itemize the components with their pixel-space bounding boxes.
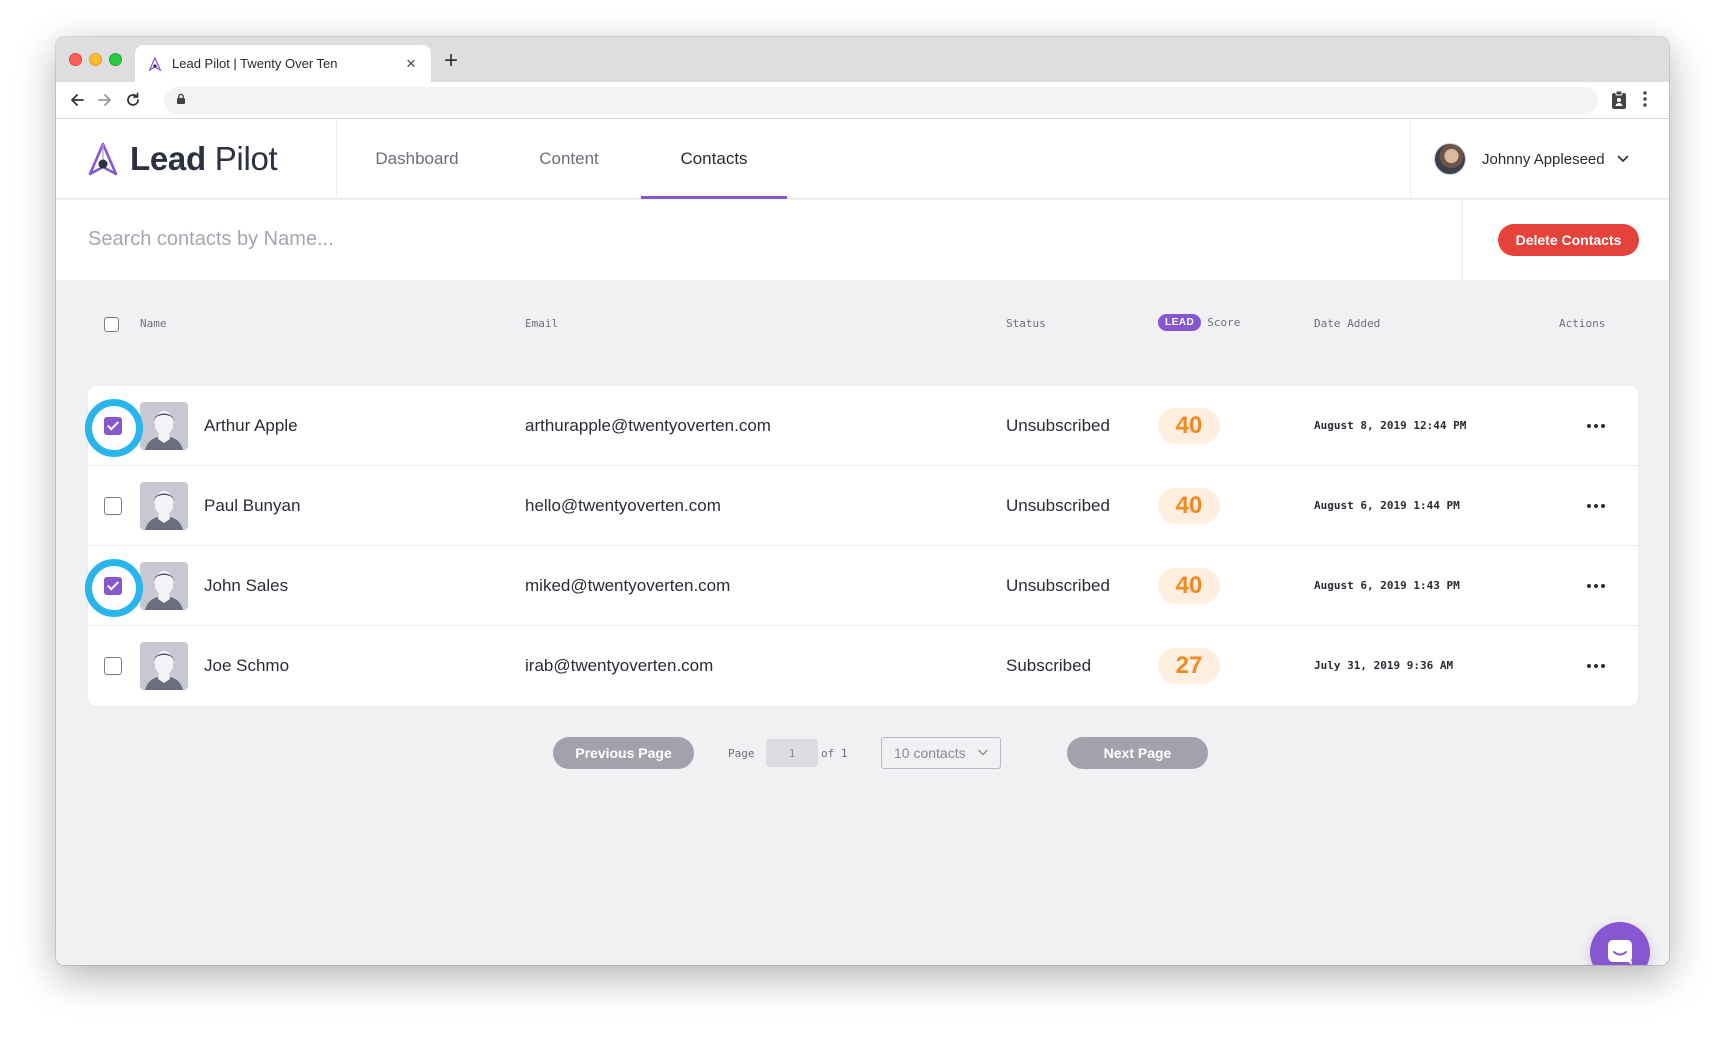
column-header-actions: Actions: [1559, 317, 1606, 330]
date-added: August 6, 2019 1:43 PM: [1314, 579, 1460, 592]
column-header-email[interactable]: Email: [525, 317, 558, 330]
chat-bubble-icon: [1608, 940, 1632, 965]
contact-name[interactable]: Joe Schmo: [204, 656, 289, 676]
date-added: August 6, 2019 1:44 PM: [1314, 499, 1460, 512]
browser-window: Lead Pilot | Twenty Over Ten × + Lead Pi…: [56, 37, 1669, 965]
lead-score-badge: 27: [1158, 648, 1220, 684]
url-input[interactable]: [186, 92, 1598, 109]
contact-name[interactable]: John Sales: [204, 576, 288, 596]
table-header: Name Email Status LEAD Score Date Added A…: [88, 309, 1638, 339]
app-header: Lead Pilot Dashboard Content Contacts Jo…: [56, 119, 1669, 199]
row-checkbox[interactable]: [104, 657, 122, 675]
user-name: Johnny Appleseed: [1482, 150, 1605, 168]
row-checkbox[interactable]: [104, 577, 122, 595]
user-menu[interactable]: Johnny Appleseed: [1410, 119, 1669, 199]
lead-badge: LEAD: [1158, 314, 1202, 331]
per-page-value: 10 contacts: [894, 745, 966, 761]
zoom-window-button[interactable]: [109, 53, 122, 66]
contact-status: Subscribed: [1006, 656, 1092, 675]
lock-icon: [176, 92, 186, 110]
contact-status: Unsubscribed: [1006, 416, 1110, 435]
browser-toolbar: [56, 82, 1669, 119]
select-all-checkbox[interactable]: [104, 317, 119, 332]
reload-icon[interactable]: [122, 89, 144, 111]
ellipsis-icon[interactable]: [1582, 492, 1610, 520]
tab-close-icon[interactable]: ×: [403, 54, 419, 74]
next-page-button[interactable]: Next Page: [1067, 737, 1208, 769]
search-bar: Delete Contacts: [56, 200, 1669, 280]
chevron-down-icon: [1617, 155, 1628, 162]
row-checkbox[interactable]: [104, 497, 122, 515]
contact-status: Unsubscribed: [1006, 576, 1110, 595]
column-header-name[interactable]: Name: [140, 317, 167, 330]
tab-title: Lead Pilot | Twenty Over Ten: [172, 56, 338, 71]
address-bar[interactable]: [164, 87, 1598, 114]
table-row[interactable]: Joe Schmo irab@twentyoverten.com Subscri…: [88, 626, 1638, 706]
divider: [1462, 200, 1463, 280]
nav-contacts[interactable]: Contacts: [641, 119, 787, 199]
lead-score-badge: 40: [1158, 568, 1220, 604]
main-nav: Dashboard Content Contacts: [337, 119, 787, 199]
avatar: [140, 482, 188, 530]
contacts-table: Arthur Apple arthurapple@twentyoverten.c…: [88, 386, 1638, 706]
contact-email: hello@twentyoverten.com: [525, 496, 721, 515]
logo-text: Lead Pilot: [130, 140, 278, 177]
chevron-down-icon: [978, 749, 988, 756]
avatar: [140, 642, 188, 690]
kebab-menu-icon[interactable]: [1642, 90, 1650, 110]
contact-email: miked@twentyoverten.com: [525, 576, 731, 595]
nav-dashboard[interactable]: Dashboard: [337, 119, 497, 199]
per-page-select[interactable]: 10 contacts: [881, 737, 1001, 769]
date-added: August 8, 2019 12:44 PM: [1314, 419, 1467, 432]
app-container: Lead Pilot Dashboard Content Contacts Jo…: [56, 119, 1669, 965]
ellipsis-icon[interactable]: [1582, 572, 1610, 600]
lead-pilot-logo-icon: [147, 56, 163, 72]
contact-email: irab@twentyoverten.com: [525, 656, 714, 675]
table-row[interactable]: John Sales miked@twentyoverten.com Unsub…: [88, 546, 1638, 626]
page-number-input[interactable]: [766, 739, 818, 767]
table-row[interactable]: Paul Bunyan hello@twentyoverten.com Unsu…: [88, 466, 1638, 546]
close-window-button[interactable]: [69, 53, 82, 66]
contact-name[interactable]: Arthur Apple: [204, 416, 298, 436]
date-added: July 31, 2019 9:36 AM: [1314, 659, 1454, 672]
new-tab-button[interactable]: +: [444, 49, 458, 73]
clipboard-icon[interactable]: [1609, 90, 1629, 110]
browser-titlebar: Lead Pilot | Twenty Over Ten × +: [56, 37, 1669, 82]
table-row[interactable]: Arthur Apple arthurapple@twentyoverten.c…: [88, 386, 1638, 466]
ellipsis-icon[interactable]: [1582, 412, 1610, 440]
ellipsis-icon[interactable]: [1582, 652, 1610, 680]
page-label: Page: [728, 747, 755, 760]
delete-contacts-button[interactable]: Delete Contacts: [1498, 224, 1639, 256]
logo[interactable]: Lead Pilot: [56, 119, 337, 199]
avatar: [140, 562, 188, 610]
avatar: [140, 402, 188, 450]
nav-content[interactable]: Content: [497, 119, 641, 199]
row-checkbox[interactable]: [104, 417, 122, 435]
arrow-left-icon[interactable]: [66, 89, 88, 111]
pagination: Previous Page Page of 1 10 contacts Next…: [56, 737, 1669, 771]
lead-score-badge: 40: [1158, 408, 1220, 444]
avatar: [1434, 143, 1466, 175]
arrow-right-icon[interactable]: [94, 89, 116, 111]
search-input[interactable]: [88, 222, 1288, 256]
previous-page-button[interactable]: Previous Page: [553, 737, 694, 769]
contact-email: arthurapple@twentyoverten.com: [525, 416, 771, 435]
browser-tab[interactable]: Lead Pilot | Twenty Over Ten ×: [135, 45, 431, 82]
chat-launcher-button[interactable]: [1590, 922, 1650, 965]
lead-score-badge: 40: [1158, 488, 1220, 524]
contact-name[interactable]: Paul Bunyan: [204, 496, 300, 516]
contact-status: Unsubscribed: [1006, 496, 1110, 515]
page-count-label: of 1: [821, 747, 848, 760]
column-header-score[interactable]: LEAD Score: [1158, 314, 1240, 331]
column-header-date-added[interactable]: Date Added: [1314, 317, 1380, 330]
minimize-window-button[interactable]: [89, 53, 102, 66]
column-header-status[interactable]: Status: [1006, 317, 1046, 330]
lead-pilot-logo-icon: [88, 142, 118, 176]
